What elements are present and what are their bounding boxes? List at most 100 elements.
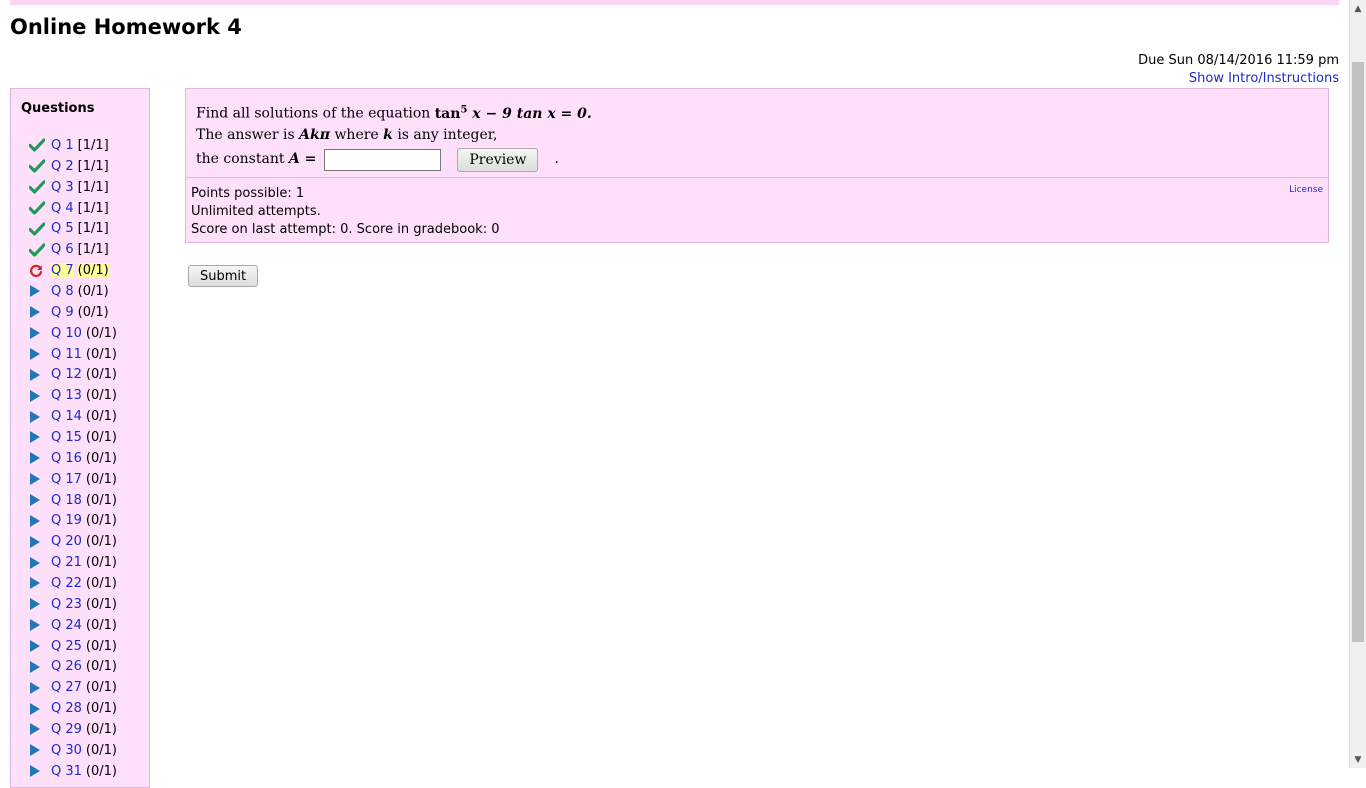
question-link[interactable]: Q 6 <box>51 242 74 257</box>
question-link[interactable]: Q 30 <box>51 743 82 758</box>
question-score: (0/1) <box>85 680 117 696</box>
question-item[interactable]: Q 29 (0/1) <box>29 719 117 740</box>
question-score: (0/1) <box>85 534 117 550</box>
question-link[interactable]: Q 15 <box>51 430 82 445</box>
question-score: [1/1] <box>77 221 109 237</box>
question-item[interactable]: Q 1 [1/1] <box>29 135 117 156</box>
vertical-scrollbar[interactable]: ▲ ▼ <box>1349 0 1366 768</box>
question-link[interactable]: Q 3 <box>51 180 74 195</box>
question-link[interactable]: Q 8 <box>51 284 74 299</box>
question-line-2: The answer is Akπ where k is any integer… <box>196 126 498 143</box>
question-link[interactable]: Q 31 <box>51 764 82 779</box>
question-item[interactable]: Q 25 (0/1) <box>29 636 117 657</box>
question-link[interactable]: Q 28 <box>51 701 82 716</box>
scroll-up-icon[interactable]: ▲ <box>1350 0 1366 17</box>
question-item[interactable]: Q 14 (0/1) <box>29 406 117 427</box>
question-item[interactable]: Q 7 (0/1) <box>29 260 117 281</box>
question-link[interactable]: Q 9 <box>51 305 74 320</box>
due-date: Due Sun 08/14/2016 11:59 pm <box>1138 53 1339 68</box>
question-link[interactable]: Q 19 <box>51 513 82 528</box>
question-link[interactable]: Q 23 <box>51 597 82 612</box>
question-link[interactable]: Q 11 <box>51 347 82 362</box>
play-arrow-icon <box>29 722 47 736</box>
question-item[interactable]: Q 27 (0/1) <box>29 677 117 698</box>
question-item[interactable]: Q 22 (0/1) <box>29 573 117 594</box>
question-link[interactable]: Q 29 <box>51 722 82 737</box>
question-text: Find all solutions of the equation tan5 … <box>196 99 592 172</box>
points-possible: Points possible: 1 <box>191 186 305 201</box>
question-link[interactable]: Q 12 <box>51 367 82 382</box>
preview-button[interactable]: Preview <box>457 147 539 172</box>
question-item[interactable]: Q 3 [1/1] <box>29 177 117 198</box>
question-item[interactable]: Q 15 (0/1) <box>29 427 117 448</box>
answer-input[interactable] <box>324 148 442 171</box>
question-link[interactable]: Q 2 <box>51 159 74 174</box>
play-arrow-icon <box>29 472 47 486</box>
scroll-thumb[interactable] <box>1352 62 1364 642</box>
play-arrow-icon <box>29 493 47 507</box>
question-item[interactable]: Q 9 (0/1) <box>29 302 117 323</box>
question-link[interactable]: Q 20 <box>51 534 82 549</box>
question-score: (0/1) <box>85 325 117 341</box>
question-item[interactable]: Q 16 (0/1) <box>29 448 117 469</box>
question-item[interactable]: Q 13 (0/1) <box>29 385 117 406</box>
play-arrow-icon <box>29 681 47 695</box>
question-score: (0/1) <box>85 763 117 779</box>
question-item[interactable]: Q 8 (0/1) <box>29 281 117 302</box>
question-link[interactable]: Q 24 <box>51 618 82 633</box>
play-arrow-icon <box>29 451 47 465</box>
question-item[interactable]: Q 18 (0/1) <box>29 490 117 511</box>
question-score: (0/1) <box>85 388 117 404</box>
sidebar-title: Questions <box>21 101 95 116</box>
play-arrow-icon <box>29 556 47 570</box>
question-score: [1/1] <box>77 158 109 174</box>
question-item[interactable]: Q 31 (0/1) <box>29 761 117 782</box>
question-link[interactable]: Q 21 <box>51 555 82 570</box>
question-item[interactable]: Q 6 [1/1] <box>29 239 117 260</box>
play-arrow-icon <box>29 660 47 674</box>
play-arrow-icon <box>29 743 47 757</box>
question-score: (0/1) <box>85 367 117 383</box>
scroll-down-icon[interactable]: ▼ <box>1350 751 1366 768</box>
question-score: (0/1) <box>85 555 117 571</box>
attempts-info: Unlimited attempts. <box>191 204 321 219</box>
question-item[interactable]: Q 2 [1/1] <box>29 156 117 177</box>
submit-button[interactable]: Submit <box>188 265 259 287</box>
question-item[interactable]: Q 10 (0/1) <box>29 323 117 344</box>
question-item[interactable]: Q 20 (0/1) <box>29 531 117 552</box>
question-item[interactable]: Q 4 [1/1] <box>29 198 117 219</box>
question-link[interactable]: Q 10 <box>51 326 82 341</box>
question-score: (0/1) <box>77 304 109 320</box>
question-item[interactable]: Q 28 (0/1) <box>29 698 117 719</box>
retry-icon <box>29 264 47 278</box>
question-item[interactable]: Q 11 (0/1) <box>29 344 117 365</box>
question-score: [1/1] <box>77 179 109 195</box>
question-item[interactable]: Q 24 (0/1) <box>29 615 117 636</box>
question-item[interactable]: Q 30 (0/1) <box>29 740 117 761</box>
question-link[interactable]: Q 27 <box>51 680 82 695</box>
question-link[interactable]: Q 18 <box>51 493 82 508</box>
question-link[interactable]: Q 7 <box>51 263 74 279</box>
question-link[interactable]: Q 26 <box>51 659 82 674</box>
play-arrow-icon <box>29 430 47 444</box>
question-item[interactable]: Q 19 (0/1) <box>29 510 117 531</box>
question-link[interactable]: Q 25 <box>51 639 82 654</box>
question-link[interactable]: Q 14 <box>51 409 82 424</box>
question-item[interactable]: Q 23 (0/1) <box>29 594 117 615</box>
question-item[interactable]: Q 5 [1/1] <box>29 218 117 239</box>
question-link[interactable]: Q 5 <box>51 221 74 236</box>
question-score: (0/1) <box>85 346 117 362</box>
license-link[interactable]: License <box>1289 185 1323 195</box>
question-link[interactable]: Q 1 <box>51 138 74 153</box>
question-item[interactable]: Q 26 (0/1) <box>29 656 117 677</box>
question-link[interactable]: Q 22 <box>51 576 82 591</box>
question-link[interactable]: Q 13 <box>51 388 82 403</box>
question-item[interactable]: Q 17 (0/1) <box>29 469 117 490</box>
play-arrow-icon <box>29 514 47 528</box>
question-item[interactable]: Q 21 (0/1) <box>29 552 117 573</box>
question-link[interactable]: Q 4 <box>51 201 74 216</box>
question-link[interactable]: Q 17 <box>51 472 82 487</box>
question-item[interactable]: Q 12 (0/1) <box>29 364 117 385</box>
question-link[interactable]: Q 16 <box>51 451 82 466</box>
show-intro-link[interactable]: Show Intro/Instructions <box>1189 71 1339 86</box>
